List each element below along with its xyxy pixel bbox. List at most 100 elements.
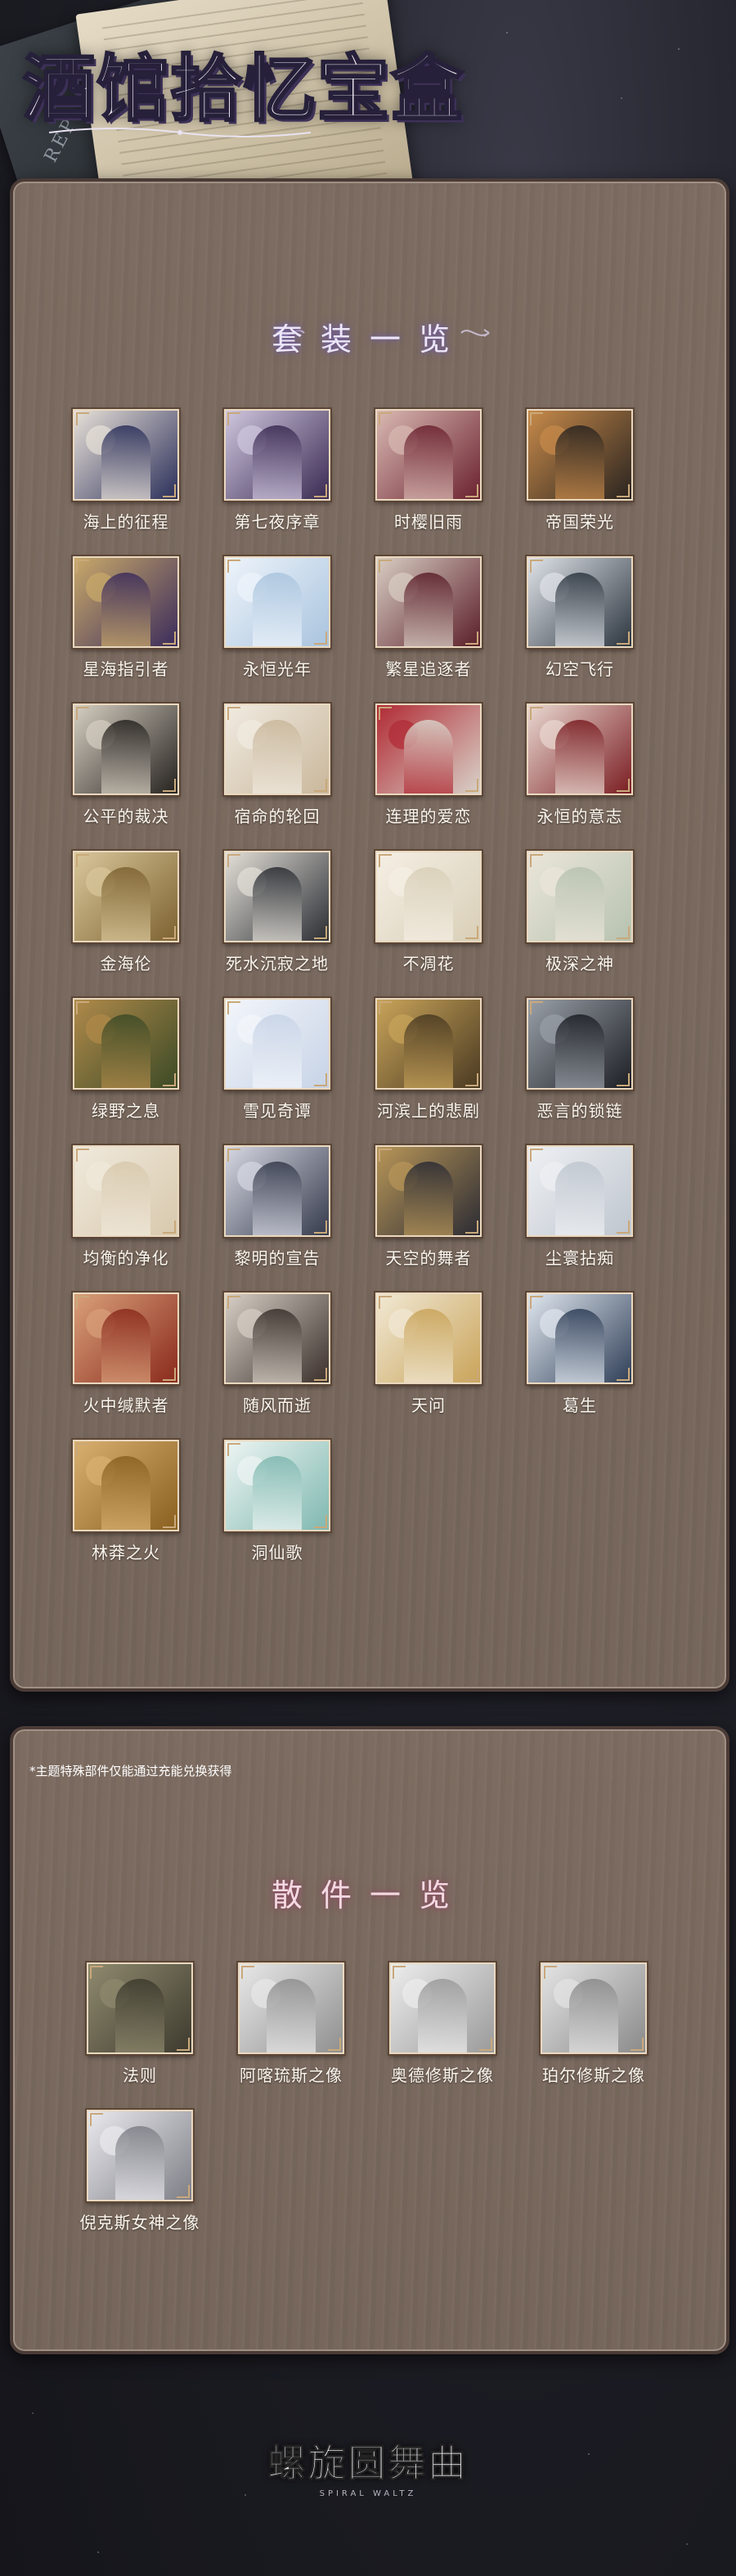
set-label: 绿野之息: [92, 1101, 160, 1121]
set-label: 洞仙歌: [251, 1543, 303, 1562]
outfit-figure-icon: [404, 720, 453, 793]
set-item[interactable]: 黎明的宣告: [224, 1145, 330, 1292]
set-thumbnail[interactable]: [73, 1145, 179, 1237]
game-logo: 螺旋圆舞曲 SPIRAL WALTZ: [0, 2434, 736, 2499]
set-label: 星海指引者: [83, 659, 169, 679]
set-item[interactable]: 天问: [375, 1292, 482, 1440]
set-label: 天空的舞者: [385, 1248, 472, 1268]
outfit-figure-icon: [555, 867, 604, 941]
outfit-figure-icon: [101, 1162, 150, 1235]
game-logo-subtext: SPIRAL WALTZ: [319, 2489, 417, 2498]
loose-thumbnail[interactable]: [87, 2110, 193, 2201]
outfit-figure-icon: [404, 1014, 453, 1088]
sets-grid: 海上的征程 第七夜序章 时樱旧雨 帝国荣光星海指引者 永恒光年 繁星追逐者 幻空飞行公平的裁…: [73, 409, 633, 1587]
set-thumbnail[interactable]: [375, 409, 482, 501]
set-label: 尘寰拈痴: [545, 1248, 614, 1268]
set-item[interactable]: 帝国荣光: [527, 409, 633, 556]
loose-label: 阿喀琉斯之像: [240, 2066, 343, 2085]
set-label: 黎明的宣告: [234, 1248, 321, 1268]
outfit-figure-icon: [555, 1309, 604, 1382]
set-thumbnail[interactable]: [73, 851, 179, 942]
loose-items-grid: 法则 阿喀琉斯之像 奥德修斯之像 珀尔修斯之像倪克斯女神之像: [80, 1962, 647, 2257]
set-item[interactable]: 公平的裁决: [73, 704, 179, 851]
set-item[interactable]: 连理的爱恋: [375, 704, 482, 851]
set-thumbnail[interactable]: [375, 851, 482, 942]
set-item[interactable]: 永恒光年: [224, 556, 330, 704]
set-thumbnail[interactable]: [224, 556, 330, 648]
set-label: 火中缄默者: [83, 1396, 169, 1415]
set-thumbnail[interactable]: [224, 409, 330, 501]
set-item[interactable]: 天空的舞者: [375, 1145, 482, 1292]
set-item[interactable]: 宿命的轮回: [224, 704, 330, 851]
loose-item[interactable]: 法则: [87, 1962, 193, 2110]
set-item[interactable]: 海上的征程: [73, 409, 179, 556]
set-thumbnail[interactable]: [375, 1292, 482, 1384]
outfit-figure-icon: [555, 1014, 604, 1088]
set-thumbnail[interactable]: [224, 998, 330, 1090]
outfit-figure-icon: [101, 573, 150, 646]
set-thumbnail[interactable]: [73, 409, 179, 501]
set-label: 海上的征程: [83, 512, 169, 532]
set-item[interactable]: 洞仙歌: [224, 1440, 330, 1587]
set-item[interactable]: 第七夜序章: [224, 409, 330, 556]
set-item[interactable]: 幻空飞行: [527, 556, 633, 704]
set-thumbnail[interactable]: [73, 1440, 179, 1531]
set-thumbnail[interactable]: [375, 998, 482, 1090]
loose-thumbnail[interactable]: [87, 1962, 193, 2054]
set-item[interactable]: 星海指引者: [73, 556, 179, 704]
loose-thumbnail[interactable]: [541, 1962, 647, 2054]
set-thumbnail[interactable]: [224, 704, 330, 795]
set-item[interactable]: 永恒的意志: [527, 704, 633, 851]
set-thumbnail[interactable]: [224, 1145, 330, 1237]
set-item[interactable]: 河滨上的悲剧: [375, 998, 482, 1145]
set-thumbnail[interactable]: [224, 851, 330, 942]
set-thumbnail[interactable]: [73, 556, 179, 648]
outfit-figure-icon: [404, 425, 453, 499]
set-label: 幻空飞行: [545, 659, 614, 679]
set-thumbnail[interactable]: [527, 556, 633, 648]
set-thumbnail[interactable]: [375, 1145, 482, 1237]
set-item[interactable]: 不凋花: [375, 851, 482, 998]
set-item[interactable]: 火中缄默者: [73, 1292, 179, 1440]
set-thumbnail[interactable]: [224, 1440, 330, 1531]
set-thumbnail[interactable]: [527, 704, 633, 795]
set-item[interactable]: 极深之神: [527, 851, 633, 998]
set-item[interactable]: 葛生: [527, 1292, 633, 1440]
outfit-figure-icon: [101, 867, 150, 941]
set-item[interactable]: 尘寰拈痴: [527, 1145, 633, 1292]
loose-thumbnail[interactable]: [238, 1962, 344, 2054]
loose-item[interactable]: 奥德修斯之像: [389, 1962, 496, 2110]
set-item[interactable]: 均衡的净化: [73, 1145, 179, 1292]
set-thumbnail[interactable]: [527, 1145, 633, 1237]
set-thumbnail[interactable]: [527, 851, 633, 942]
set-item[interactable]: 时樱旧雨: [375, 409, 482, 556]
loose-section-title: 散件一览: [271, 1877, 468, 1913]
outfit-figure-icon: [569, 1979, 618, 2052]
set-item[interactable]: 绿野之息: [73, 998, 179, 1145]
set-thumbnail[interactable]: [375, 556, 482, 648]
loose-item[interactable]: 珀尔修斯之像: [541, 1962, 647, 2110]
set-thumbnail[interactable]: [224, 1292, 330, 1384]
loose-item[interactable]: 阿喀琉斯之像: [238, 1962, 344, 2110]
set-item[interactable]: 金海伦: [73, 851, 179, 998]
set-item[interactable]: 雪见奇谭: [224, 998, 330, 1145]
set-item[interactable]: 随风而逝: [224, 1292, 330, 1440]
outfit-figure-icon: [101, 425, 150, 499]
loose-item[interactable]: 倪克斯女神之像: [80, 2110, 200, 2257]
set-thumbnail[interactable]: [527, 1292, 633, 1384]
set-thumbnail[interactable]: [527, 409, 633, 501]
set-thumbnail[interactable]: [375, 704, 482, 795]
outfit-figure-icon: [253, 720, 302, 793]
set-label: 均衡的净化: [83, 1248, 169, 1268]
set-item[interactable]: 死水沉寂之地: [224, 851, 330, 998]
set-item[interactable]: 林莽之火: [73, 1440, 179, 1587]
set-item[interactable]: 恶言的锁链: [527, 998, 633, 1145]
set-label: 不凋花: [402, 954, 455, 973]
set-thumbnail[interactable]: [527, 998, 633, 1090]
set-thumbnail[interactable]: [73, 1292, 179, 1384]
game-logo-text: 螺旋圆舞曲: [267, 2441, 469, 2486]
set-thumbnail[interactable]: [73, 704, 179, 795]
loose-thumbnail[interactable]: [389, 1962, 496, 2054]
set-thumbnail[interactable]: [73, 998, 179, 1090]
set-item[interactable]: 繁星追逐者: [375, 556, 482, 704]
